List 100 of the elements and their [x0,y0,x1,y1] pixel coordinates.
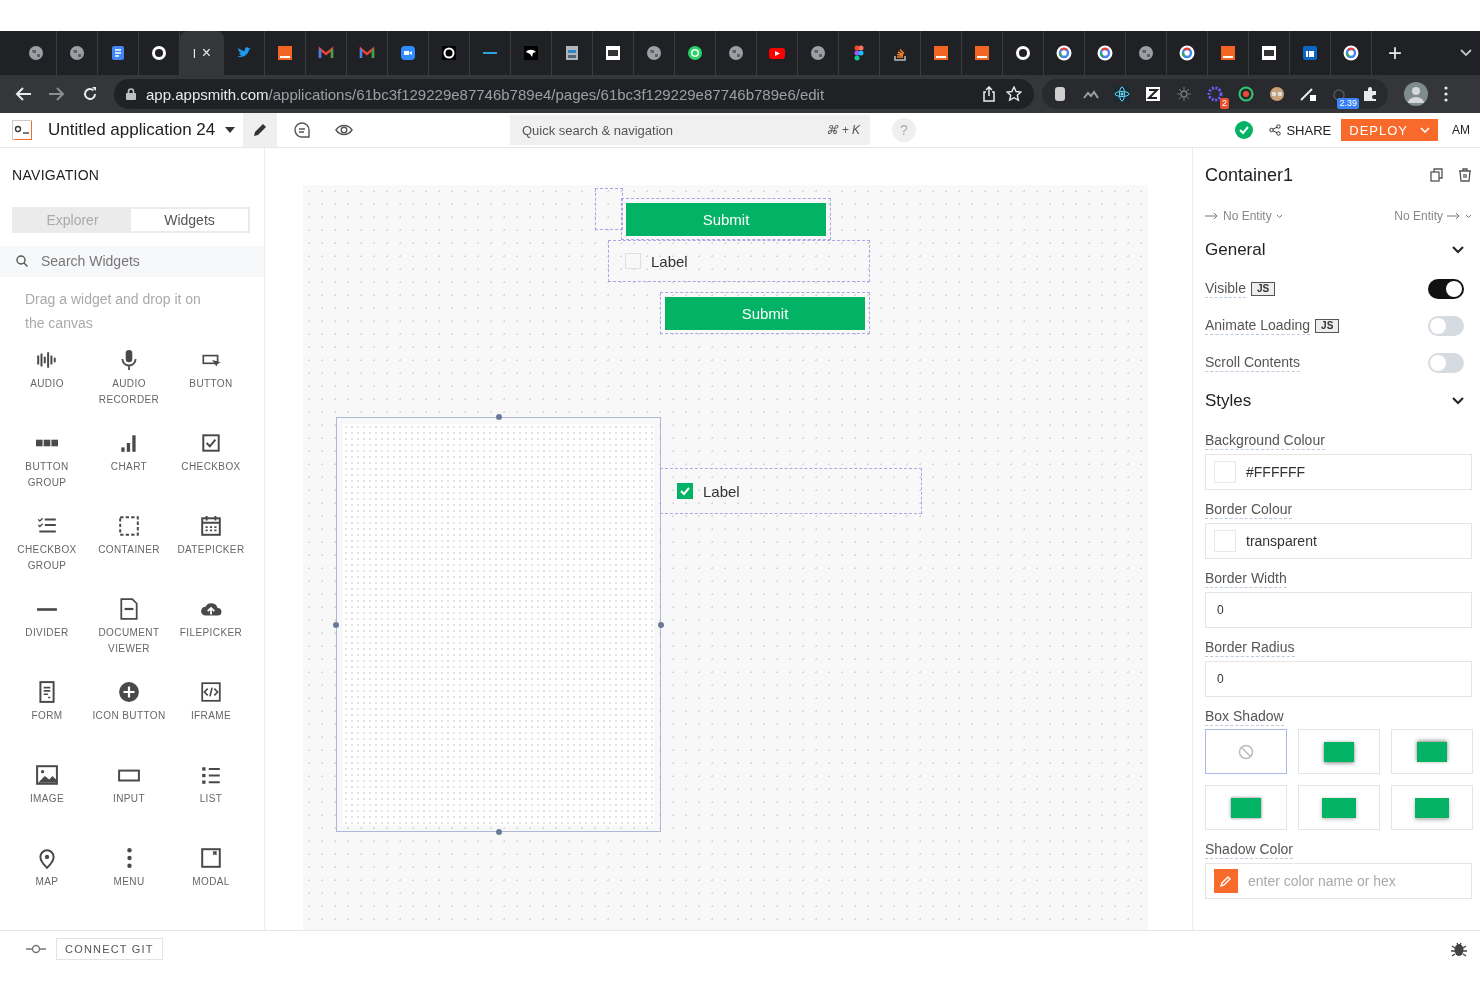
paper-icon [1261,45,1277,61]
toggle-switch[interactable] [1428,278,1464,299]
widget-card[interactable]: BUTTON GROUP [6,432,88,515]
document-icon [118,598,140,620]
js-toggle[interactable]: JS [1315,318,1340,333]
timer-icon[interactable] [1331,86,1347,102]
section-header[interactable]: General [1205,230,1472,270]
arrow-icon [1447,212,1461,220]
property-label: Scroll Contents [1205,353,1300,372]
chevron-icon[interactable] [1452,397,1464,405]
atom-icon[interactable] [1114,86,1130,102]
widget-card[interactable]: LIST [170,764,252,847]
section-header[interactable]: Styles [1205,381,1472,421]
widget-card[interactable]: IMAGE [6,764,88,847]
share-button[interactable]: SHARE [1269,122,1332,138]
share-icon [1269,124,1282,136]
widget-card[interactable]: MENU [88,847,170,930]
connect-git-button[interactable]: CONNECT GIT [56,938,163,960]
js-toggle[interactable]: JS [1251,281,1276,296]
app-name[interactable]: Untitled application 24 [48,120,216,140]
widget-name[interactable]: Container1 [1205,164,1294,186]
browser-tab[interactable]: l × [180,31,224,75]
round-icon[interactable] [1269,86,1285,102]
checkbox[interactable] [677,483,693,499]
widget-card[interactable]: AUDIO [6,349,88,432]
globe-icon [1138,45,1154,61]
property-label: Shadow Color [1205,840,1293,859]
property-label: Border Radius [1205,638,1295,657]
input-field[interactable]: 0 [1205,592,1472,628]
widget-card[interactable]: FORM [6,681,88,764]
toggle-switch[interactable] [1428,352,1464,373]
star-icon[interactable] [1006,86,1022,102]
search-field[interactable]: Search Widgets [0,245,264,277]
more-icon[interactable] [1444,86,1448,102]
resize-handle[interactable] [496,829,502,835]
toggle-switch[interactable] [1428,315,1464,336]
property-label: Box Shadow [1205,707,1284,726]
widget-card[interactable]: INPUT [88,764,170,847]
widget-card[interactable]: AUDIO RECORDER [88,349,170,432]
eyedropper-icon[interactable] [1214,869,1238,893]
cylinder-icon[interactable] [1052,86,1068,102]
sun-icon[interactable] [1176,86,1192,102]
widget-outline[interactable]: Label [608,240,870,282]
g-logo-icon [1097,45,1113,61]
back-icon[interactable] [14,86,32,102]
widget-card[interactable]: BUTTON [170,349,252,432]
property-label: Animate Loading [1205,316,1311,335]
entity-selector[interactable]: No Entity [1394,209,1443,223]
chevron-down-icon[interactable] [1275,213,1283,219]
trash-icon[interactable] [1458,168,1472,182]
widget-card[interactable]: FILEPICKER [170,598,252,681]
chevron-down-icon[interactable] [1460,49,1472,57]
reload-icon[interactable] [82,86,98,102]
target-icon[interactable] [1238,86,1254,102]
shadow-preview [1417,741,1447,762]
widget-card[interactable]: IFRAME [170,681,252,764]
comment-icon[interactable] [293,121,312,139]
widget-card[interactable]: CHECKBOX GROUP [6,515,88,598]
color-field[interactable]: transparent [1205,523,1472,559]
widget-card[interactable]: DOCUMENT VIEWER [88,598,170,681]
chevron-down-icon[interactable] [1465,213,1472,219]
bug-icon[interactable] [1450,940,1468,958]
caret-icon[interactable] [225,127,236,133]
resize-handle[interactable] [496,414,502,420]
tile-icon[interactable] [1145,86,1161,102]
widget-card[interactable]: CHART [88,432,170,515]
resize-handle[interactable] [333,622,339,628]
search-field[interactable]: Quick search & navigation ⌘ + K [510,115,870,145]
forward-icon[interactable] [48,86,66,102]
widget-outline[interactable]: Label [660,468,922,514]
puzzle-icon[interactable] [1362,86,1378,102]
user-avatar[interactable]: AM [1448,117,1474,143]
widget-card[interactable]: DIVIDER [6,598,88,681]
color-field[interactable]: #FFFFFF [1205,454,1472,490]
avatar-icon[interactable] [1404,82,1428,106]
widget-card[interactable]: CHECKBOX [170,432,252,515]
app-logo-icon[interactable] [12,120,32,140]
chat-bubble-icon [687,45,703,61]
property-label: Visible [1205,279,1246,298]
input-field[interactable]: 0 [1205,661,1472,697]
burst-icon[interactable] [1207,86,1223,102]
resize-handle[interactable] [658,622,664,628]
widget-card[interactable]: CONTAINER [88,515,170,598]
widget-card[interactable]: MODAL [170,847,252,930]
close-icon[interactable]: × [201,44,212,62]
app-tile-icon [1220,45,1236,61]
share-icon[interactable] [982,86,996,102]
new-tab-button[interactable]: + [1388,41,1402,65]
entity-selector[interactable]: No Entity [1223,209,1272,223]
pen-icon[interactable] [1300,86,1316,102]
widget-card[interactable]: ICON BUTTON [88,681,170,764]
shadow-preview [1322,797,1356,818]
chevron-icon[interactable] [1452,246,1464,254]
g-logo-icon [1179,45,1195,61]
address-field[interactable]: app.appsmith.com/applications/61bc3f129229e87746b789e4/pages/61bc3f129229e87746b789e6/edit [114,79,1034,109]
count-badge: 2.39 [1337,98,1359,109]
copy-icon[interactable] [1430,168,1444,182]
widget-card[interactable]: DATEPICKER [170,515,252,598]
widget-card[interactable]: MAP [6,847,88,930]
panel-tab[interactable]: Widgets [131,209,248,231]
